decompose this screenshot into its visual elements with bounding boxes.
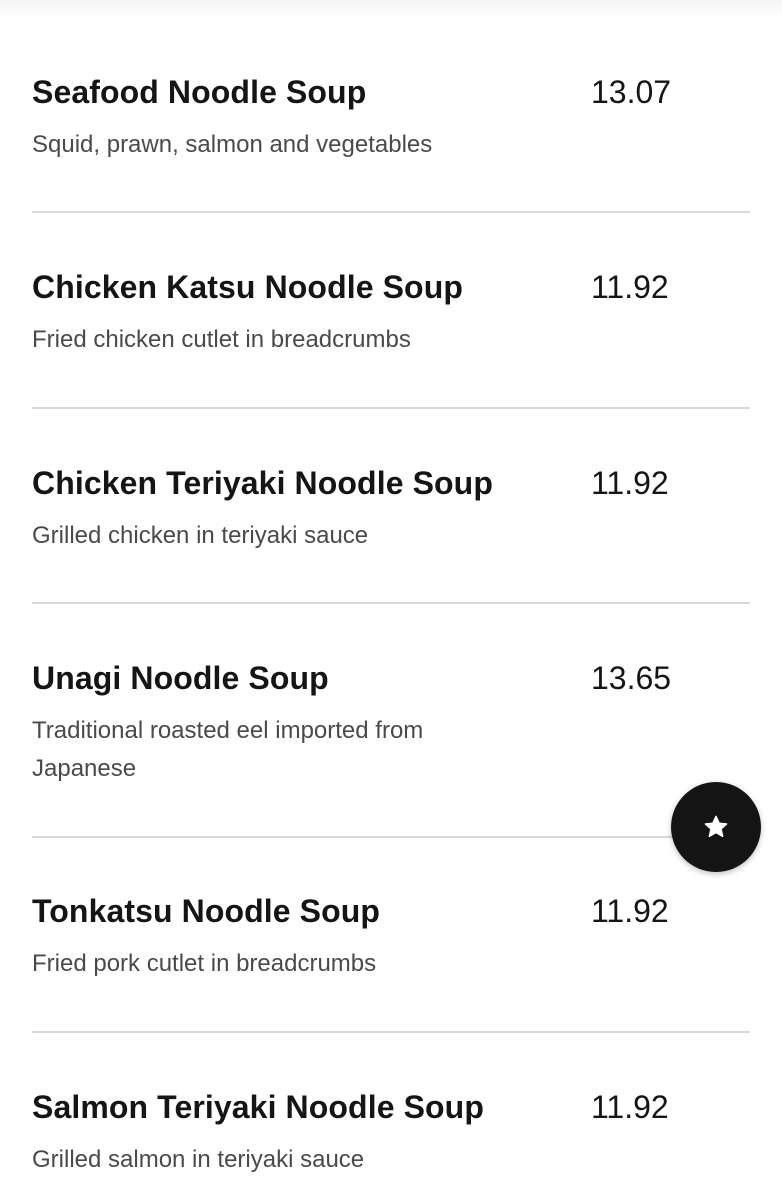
item-name: Salmon Teriyaki Noodle Soup [32,1089,484,1125]
item-description: Fried pork cutlet in breadcrumbs [32,950,377,977]
divider [32,602,750,604]
item-price: 11.92 [591,465,669,501]
item-price: 11.92 [591,269,669,305]
favorite-button[interactable] [671,782,761,872]
top-shade [0,0,782,18]
item-description: Grilled salmon in teriyaki sauce [32,1146,365,1173]
item-name: Chicken Katsu Noodle Soup [32,269,463,305]
item-name: Chicken Teriyaki Noodle Soup [32,465,493,501]
menu-item[interactable]: Unagi Noodle Soup 13.65 Traditional roas… [32,658,750,788]
item-name: Unagi Noodle Soup [32,660,329,696]
divider [32,1031,750,1033]
menu-item[interactable]: Chicken Katsu Noodle Soup 11.92 Fried ch… [32,267,750,367]
item-name: Seafood Noodle Soup [32,74,367,110]
divider [32,211,750,213]
divider [32,407,750,409]
item-description: Traditional roasted eel imported from Ja… [32,717,424,782]
item-description: Squid, prawn, salmon and vegetables [32,131,433,158]
item-description: Grilled chicken in teriyaki sauce [32,522,369,549]
item-price: 13.07 [591,74,672,110]
item-name: Tonkatsu Noodle Soup [32,893,381,929]
menu-item[interactable]: Chicken Teriyaki Noodle Soup 11.92 Grill… [32,463,750,563]
item-price: 11.92 [591,1089,669,1125]
menu-item[interactable]: Salmon Teriyaki Noodle Soup 11.92 Grille… [32,1087,750,1187]
item-price: 13.65 [591,660,672,696]
star-icon [703,814,729,840]
divider [32,836,750,838]
item-price: 11.92 [591,893,669,929]
menu-item[interactable]: Seafood Noodle Soup 13.07 Squid, prawn, … [32,72,750,172]
item-description: Fried chicken cutlet in breadcrumbs [32,326,411,353]
menu-item[interactable]: Tonkatsu Noodle Soup 11.92 Fried pork cu… [32,891,750,991]
